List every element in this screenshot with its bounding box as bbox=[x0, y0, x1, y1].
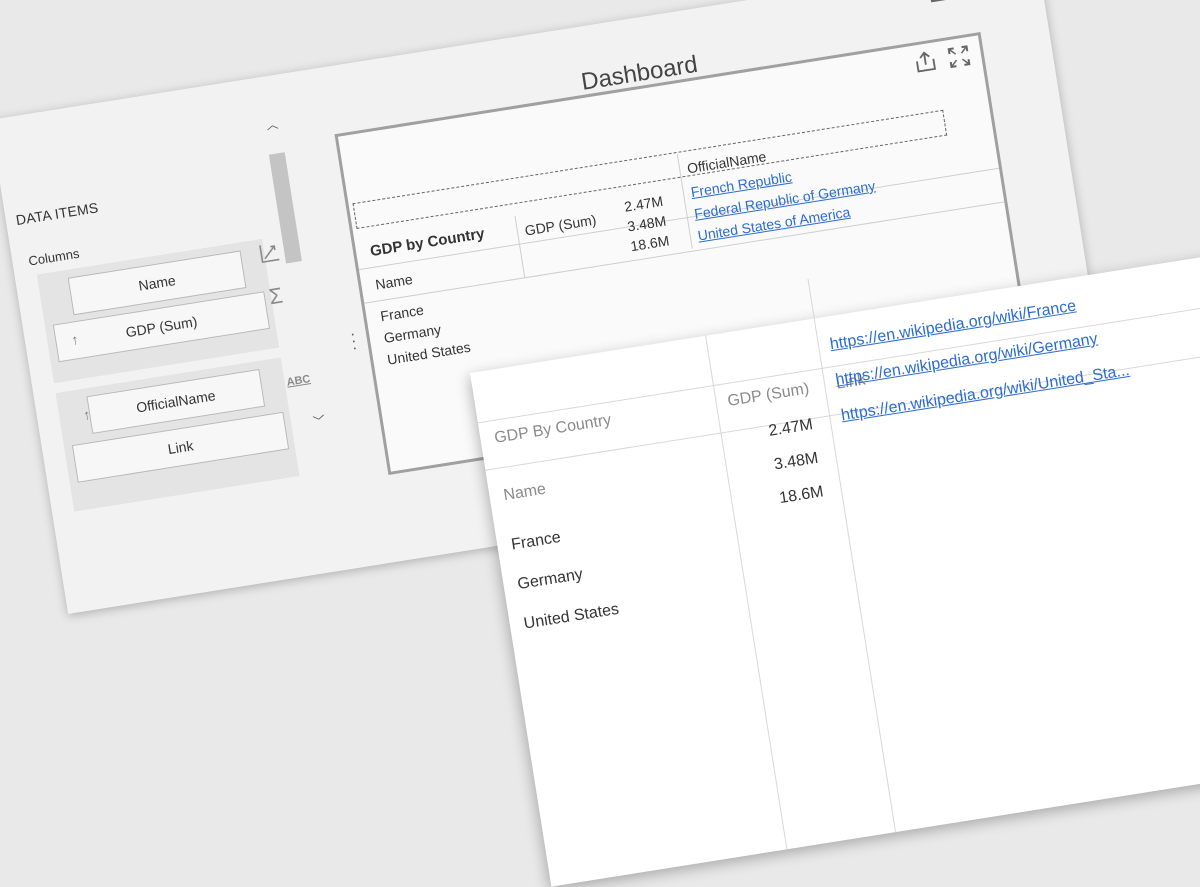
preview-header-name[interactable]: Name bbox=[502, 481, 547, 505]
data-items-panel: DATA ITEMS Columns Name GDP (Sum) ↑ Offi… bbox=[0, 73, 365, 614]
grid-row-name[interactable]: Germany bbox=[383, 321, 442, 346]
preview-row-name[interactable]: Germany bbox=[516, 566, 584, 594]
preview-header-gdp[interactable]: GDP (Sum) bbox=[726, 380, 810, 411]
chevron-up-icon[interactable]: ︿ bbox=[263, 115, 281, 134]
export-icon[interactable] bbox=[925, 0, 955, 6]
field-label: OfficialName bbox=[135, 387, 217, 416]
grid-divider bbox=[807, 278, 897, 833]
preview-row-name[interactable]: United States bbox=[523, 601, 621, 634]
grid-header-gdp[interactable]: GDP (Sum) bbox=[524, 212, 598, 239]
export-icon[interactable] bbox=[912, 48, 939, 75]
field-label: Link bbox=[166, 437, 195, 458]
fullscreen-icon[interactable] bbox=[945, 43, 972, 70]
grid-row-name[interactable]: France bbox=[379, 302, 425, 325]
splitter-handle[interactable]: · · · bbox=[349, 326, 359, 357]
grid-divider bbox=[358, 167, 1000, 271]
grid-cell-gdp: 2.47M bbox=[623, 192, 665, 215]
data-items-title: DATA ITEMS bbox=[14, 199, 100, 229]
grid-title: GDP by Country bbox=[368, 225, 486, 261]
item-caption-toolbar bbox=[912, 43, 973, 76]
sigma-icon[interactable]: Σ bbox=[267, 283, 285, 311]
columns-label: Columns bbox=[27, 245, 81, 269]
preview-cell-gdp: 18.6M bbox=[778, 483, 825, 508]
preview-cell-gdp: 2.47M bbox=[767, 416, 815, 440]
field-label: GDP (Sum) bbox=[124, 313, 199, 341]
preview-row-name[interactable]: France bbox=[510, 529, 562, 555]
chevron-down-icon[interactable]: ﹀ bbox=[310, 411, 328, 430]
grid-header-name[interactable]: Name bbox=[374, 271, 413, 293]
grid-cell-gdp: 3.48M bbox=[626, 212, 668, 235]
coordinate-axis-icon[interactable] bbox=[257, 240, 282, 265]
field-label: Name bbox=[137, 272, 177, 294]
preview-cell-gdp: 3.48M bbox=[772, 449, 820, 474]
grid-cell-gdp: 18.6M bbox=[629, 232, 671, 255]
grid-divider bbox=[705, 335, 788, 850]
